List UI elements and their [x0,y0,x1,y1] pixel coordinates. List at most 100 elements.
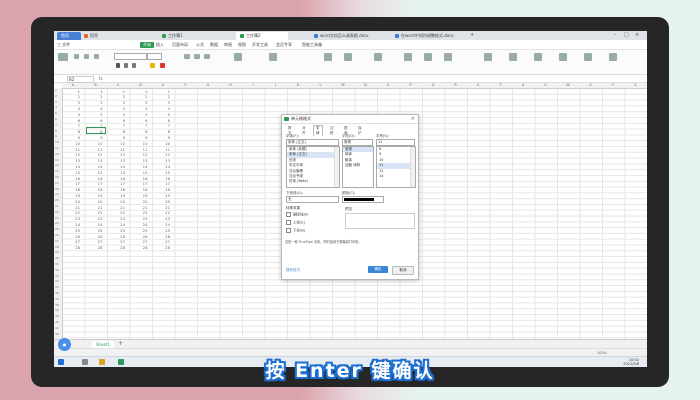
row-header[interactable]: 6 [55,117,57,121]
table-cell[interactable]: 22 [93,210,103,215]
sort-icon[interactable] [444,53,452,61]
paste-icon[interactable] [58,53,68,61]
row-header[interactable]: 12 [55,152,59,156]
column-header[interactable]: E [152,83,174,87]
table-cell[interactable]: 2 [70,94,80,99]
table-cell[interactable]: 15 [70,170,80,175]
underline-icon[interactable] [132,63,136,68]
column-header[interactable]: H [220,83,242,87]
row-header[interactable]: 10 [55,140,59,144]
merge-icon[interactable] [234,53,242,61]
table-cell[interactable]: 18 [160,187,170,192]
table-cell[interactable]: 18 [70,187,80,192]
column-header[interactable]: Y [602,83,624,87]
maximize-icon[interactable]: □ [624,32,629,38]
table-cell[interactable]: 12 [138,152,148,157]
table-cell[interactable]: 21 [160,205,170,210]
row-header[interactable]: 36 [55,291,59,295]
table-cell[interactable]: 22 [160,210,170,215]
row-header[interactable]: 22 [55,210,59,214]
table-cell[interactable]: 20 [115,199,125,204]
table-cell[interactable]: 4 [138,106,147,111]
table-cell[interactable]: 9 [93,135,102,140]
row-header[interactable]: 38 [55,303,59,307]
table-cell[interactable]: 26 [93,234,103,239]
table-cell[interactable]: 11 [70,147,80,152]
row-header[interactable]: 14 [55,163,59,167]
table-cell[interactable]: 5 [93,112,102,117]
table-cell[interactable]: 22 [115,210,125,215]
table-cell[interactable]: 13 [160,158,170,163]
minimize-icon[interactable]: – [614,32,617,38]
row-header[interactable]: 5 [55,111,57,115]
column-header[interactable]: G [197,83,219,87]
column-header[interactable]: C [107,83,129,87]
row-header[interactable]: 16 [55,175,59,179]
table-cell[interactable]: 1 [115,89,125,94]
number-format-icon[interactable] [324,53,332,61]
menu-page-layout[interactable]: 页面布局 [172,42,188,48]
close-icon[interactable]: × [635,32,639,38]
menu-view[interactable]: 视图 [238,42,246,48]
table-cell[interactable]: 3 [115,100,125,105]
row-header[interactable]: 9 [55,134,57,138]
style-input[interactable]: 常规 [342,139,373,146]
size-list[interactable]: 8 9 10 11 12 14 [376,146,416,188]
font-input[interactable]: 宋体 (正文) [286,139,339,146]
table-cell[interactable]: 2 [160,94,170,99]
table-cell[interactable]: 1 [93,89,102,94]
table-cell[interactable]: 4 [70,106,80,111]
table-cell[interactable]: 10 [138,141,148,146]
table-cell[interactable]: 19 [70,193,80,198]
table-cell[interactable]: 15 [115,170,125,175]
font-list-scrollbar[interactable] [334,147,339,187]
align-bottom-icon[interactable] [204,54,210,59]
table-cell[interactable]: 27 [160,239,170,244]
column-header[interactable]: F [175,83,197,87]
column-header[interactable]: J [265,83,287,87]
wrap-text-icon[interactable] [269,53,277,61]
bold-icon[interactable] [116,63,120,68]
table-cell[interactable]: 13 [70,158,80,163]
dialog-close-icon[interactable]: × [411,115,415,123]
column-header[interactable]: S [467,83,489,87]
table-cell[interactable]: 23 [93,216,103,221]
table-cell[interactable]: 17 [160,181,170,186]
table-cell[interactable]: 17 [138,181,148,186]
column-header[interactable]: R [445,83,467,87]
table-cell[interactable]: 22 [70,210,80,215]
table-cell[interactable]: 17 [93,181,103,186]
table-cell[interactable]: 8 [138,129,147,134]
row-header[interactable]: 19 [55,192,59,196]
table-cell[interactable]: 12 [115,152,125,157]
row-header[interactable]: 25 [55,227,59,231]
menu-developer[interactable]: 开发工具 [252,42,268,48]
tab-word-doc2[interactable]: 在word中如何调整格式.docx [391,32,469,40]
column-header[interactable]: V [535,83,557,87]
table-cell[interactable]: 21 [93,205,103,210]
column-header[interactable]: Z [625,83,647,87]
tab-protection[interactable]: 保护 [355,125,365,137]
table-cell[interactable]: 2 [138,94,147,99]
table-cell[interactable]: 13 [93,158,103,163]
table-cell[interactable]: 16 [160,176,170,181]
menu-file[interactable]: 三 文件 [57,42,70,48]
table-cell[interactable]: 17 [115,181,125,186]
table-cell[interactable]: 13 [115,158,125,163]
row-header[interactable]: 8 [55,129,57,133]
align-top-icon[interactable] [184,54,190,59]
table-cell[interactable]: 3 [70,100,80,105]
table-cell[interactable]: 19 [138,193,148,198]
table-cell[interactable]: 2 [93,94,102,99]
row-header[interactable]: 31 [55,262,59,266]
table-cell[interactable]: 7 [160,123,170,128]
subscript-checkbox[interactable]: 下标(B) [286,228,305,234]
column-header[interactable]: O [377,83,399,87]
row-header[interactable]: 2 [55,94,57,98]
sum-icon[interactable] [404,53,412,61]
table-cell[interactable]: 10 [160,141,170,146]
table-cell[interactable]: 11 [93,147,103,152]
menu-smart-tools[interactable]: 智能工具箱 [302,42,322,48]
column-header[interactable]: N [355,83,377,87]
table-cell[interactable]: 12 [70,152,80,157]
